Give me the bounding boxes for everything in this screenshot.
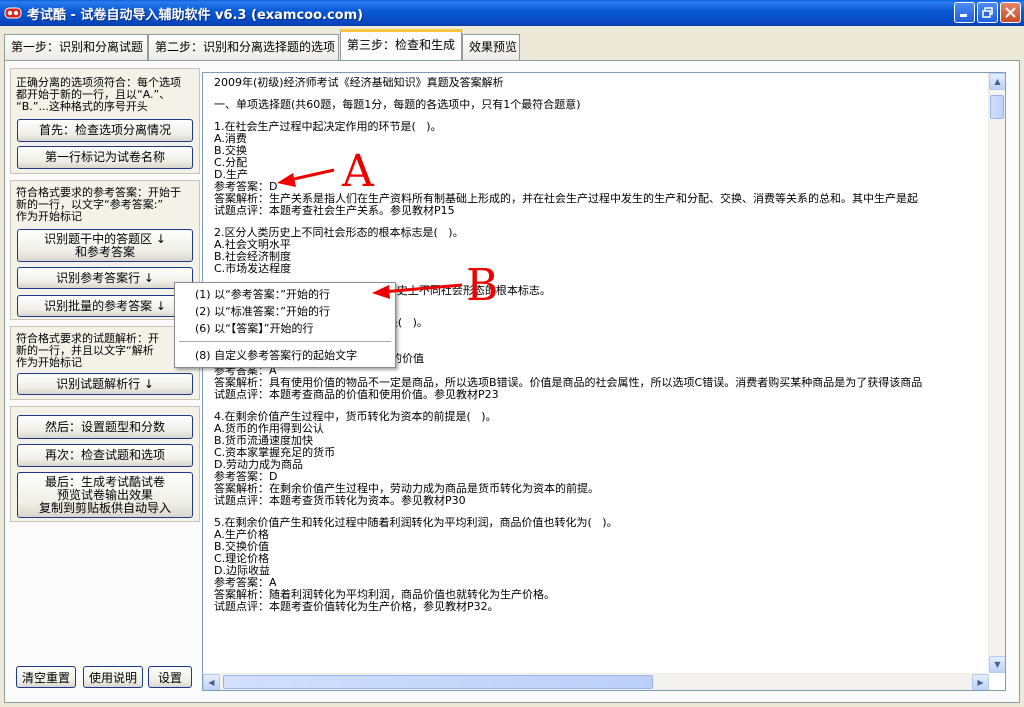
answer-group: 符合格式要求的参考答案：开始于 新的一行，以文字“参考答案:” 作为开始标记 识…: [10, 180, 200, 320]
document-line: 一、单项选择题(共60题，每题1分，每题的各选项中，只有1个最符合题意): [214, 99, 581, 111]
annotation-a: A: [342, 146, 374, 197]
scroll-up-button[interactable]: ▲: [989, 73, 1005, 90]
generate-button[interactable]: 最后：生成考试酷试卷 预览试卷输出效果 复制到剪贴板供自动导入: [17, 472, 193, 518]
restore-icon: [982, 7, 993, 18]
scroll-right-button[interactable]: ▶: [972, 674, 989, 690]
left-panel: 正确分离的选项须符合：每个选项 都开始于新的一行，且以“A.”、 “B.”...…: [10, 68, 200, 696]
horizontal-scrollbar[interactable]: ◀ ▶: [203, 673, 989, 690]
document-line: C.理论价格: [214, 553, 270, 565]
detect-ref-answer-button[interactable]: 识别参考答案行 ↓: [17, 267, 193, 289]
answer-context-menu: (1) 以“参考答案：”开始的行 (2) 以“标准答案：”开始的行 (6) 以“…: [174, 282, 396, 368]
document-line: B.交换: [214, 145, 248, 157]
detect-batch-answer-button[interactable]: 识别批量的参考答案 ↓: [17, 295, 193, 317]
option-check-group: 正确分离的选项须符合：每个选项 都开始于新的一行，且以“A.”、 “B.”...…: [10, 68, 200, 174]
first-line-title-button[interactable]: 第一行标记为试卷名称: [17, 146, 193, 169]
answer-format-note: 符合格式要求的参考答案：开始于 新的一行，以文字“参考答案:” 作为开始标记: [16, 186, 181, 223]
annotation-b: B: [466, 260, 499, 311]
vertical-scrollbar[interactable]: ▲ ▼: [988, 73, 1005, 673]
title-bar: 考试酷 - 试卷自动导入辅助软件 v6.3 (examcoo.com): [0, 0, 1024, 26]
detect-analysis-button[interactable]: 识别试题解析行 ↓: [17, 373, 193, 395]
document-line: C.市场发达程度: [214, 263, 292, 275]
document-line: 试题点评：本题考查价值转化为生产价格，参见教材P32。: [214, 601, 499, 613]
menu-separator: [179, 341, 391, 342]
analysis-format-note: 符合格式要求的试题解析：开 新的一行，并且以文字“解析 作为开始标记: [16, 332, 159, 369]
document-line: B.交换价值: [214, 541, 270, 553]
document-line: 答案解析：随着利润转化为平均利润，商品价值也就转化为生产价格。: [214, 589, 555, 601]
detect-answer-area-button[interactable]: 识别题干中的答题区 ↓ 和参考答案: [17, 229, 193, 262]
document-line: 参考答案：D: [214, 181, 278, 193]
document-line: 试题点评：本题考查商品的价值和使用价值。参见教材P23: [214, 389, 499, 401]
menu-item-bracket-answer[interactable]: (6) 以“【答案】”开始的行: [175, 320, 395, 337]
document-line: 2009年(初级)经济师考试《经济基础知识》真题及答案解析: [214, 77, 504, 89]
tab-preview[interactable]: 效果预览: [462, 34, 520, 60]
tab-step3[interactable]: 第三步：检查和生成: [340, 29, 462, 60]
settings-button[interactable]: 设置: [148, 666, 192, 688]
tab-step2[interactable]: 第二步：识别和分离选择题的选项: [148, 34, 339, 60]
app-logo-icon: [4, 7, 22, 19]
scroll-down-button[interactable]: ▼: [989, 656, 1005, 673]
help-button[interactable]: 使用说明: [83, 666, 143, 688]
document-line: D.劳动力成为商品: [214, 459, 303, 471]
window-title: 考试酷 - 试卷自动导入辅助软件 v6.3 (examcoo.com): [27, 7, 364, 23]
document-line: 2.区分人类历史上不同社会形态的根本标志是( )。: [214, 227, 464, 239]
document-line: 答案解析：生产关系是指人们在生产资料所有制基础上形成的，并在社会生产过程中发生的…: [214, 193, 918, 205]
document-line: D.边际收益: [214, 565, 270, 577]
document-line: A.生产价格: [214, 529, 269, 541]
minimize-icon: [960, 14, 967, 17]
document-text-area[interactable]: 2009年(初级)经济师考试《经济基础知识》真题及答案解析一、单项选择题(共60…: [202, 72, 1006, 691]
tab-bar: 第一步：识别和分离试题 第二步：识别和分离选择题的选项 第三步：检查和生成 效果…: [0, 26, 1024, 60]
document-line: 答案解析：在剩余价值产生过程中，劳动力成为商品是货币转化为资本的前提。: [214, 483, 599, 495]
document-line: A.消费: [214, 133, 247, 145]
option-format-note: 正确分离的选项须符合：每个选项 都开始于新的一行，且以“A.”、 “B.”...…: [16, 76, 181, 113]
clear-reset-button[interactable]: 清空重置: [16, 666, 76, 688]
document-line: 4.在剩余价值产生过程中，货币转化为资本的前提是( )。: [214, 411, 497, 423]
minimize-button[interactable]: [954, 2, 975, 23]
document-line: 试题点评：本题考查货币转化为资本。参见教材P30: [214, 495, 466, 507]
menu-item-custom-answer[interactable]: (8) 自定义参考答案行的起始文字: [175, 347, 395, 364]
document-line: 答案解析：具有使用价值的物品不一定是商品，所以选项B错误。价值是商品的社会属性，…: [214, 377, 923, 389]
steps-group: 然后：设置题型和分数 再次：检查试题和选项 最后：生成考试酷试卷 预览试卷输出效…: [10, 406, 200, 522]
document-line: 试题点评：本题考查社会生产关系。参见教材P15: [214, 205, 455, 217]
document-line: 参考答案：A: [214, 577, 277, 589]
close-icon: [1005, 7, 1016, 18]
menu-item-std-answer[interactable]: (2) 以“标准答案：”开始的行: [175, 303, 395, 320]
scroll-left-button[interactable]: ◀: [203, 674, 220, 690]
tab-step1[interactable]: 第一步：识别和分离试题: [4, 34, 148, 60]
document-line: A.社会文明水平: [214, 239, 291, 251]
restore-button[interactable]: [977, 2, 998, 23]
document-line: B.货币流通速度加快: [214, 435, 314, 447]
analysis-group: 符合格式要求的试题解析：开 新的一行，并且以文字“解析 作为开始标记 识别试题解…: [10, 326, 200, 400]
document-line: C.分配: [214, 157, 248, 169]
document-line: 1.在社会生产过程中起决定作用的环节是( )。: [214, 121, 442, 133]
close-button[interactable]: [1000, 2, 1021, 23]
document-line: 参考答案：D: [214, 471, 278, 483]
document-line: C.资本家掌握充足的货币: [214, 447, 336, 459]
document-line: A.货币的作用得到公认: [214, 423, 324, 435]
set-type-score-button[interactable]: 然后：设置题型和分数: [17, 415, 193, 439]
menu-item-ref-answer[interactable]: (1) 以“参考答案：”开始的行: [175, 286, 395, 303]
horizontal-scroll-thumb[interactable]: [223, 675, 653, 689]
vertical-scroll-thumb[interactable]: [990, 95, 1004, 119]
document-line: 5.在剩余价值产生和转化过程中随着利润转化为平均利润，商品价值也转化为( )。: [214, 517, 618, 529]
check-options-button[interactable]: 首先：检查选项分离情况: [17, 119, 193, 142]
document-line: D.生产: [214, 169, 248, 181]
check-again-button[interactable]: 再次：检查试题和选项: [17, 444, 193, 467]
document-line: B.社会经济制度: [214, 251, 292, 263]
